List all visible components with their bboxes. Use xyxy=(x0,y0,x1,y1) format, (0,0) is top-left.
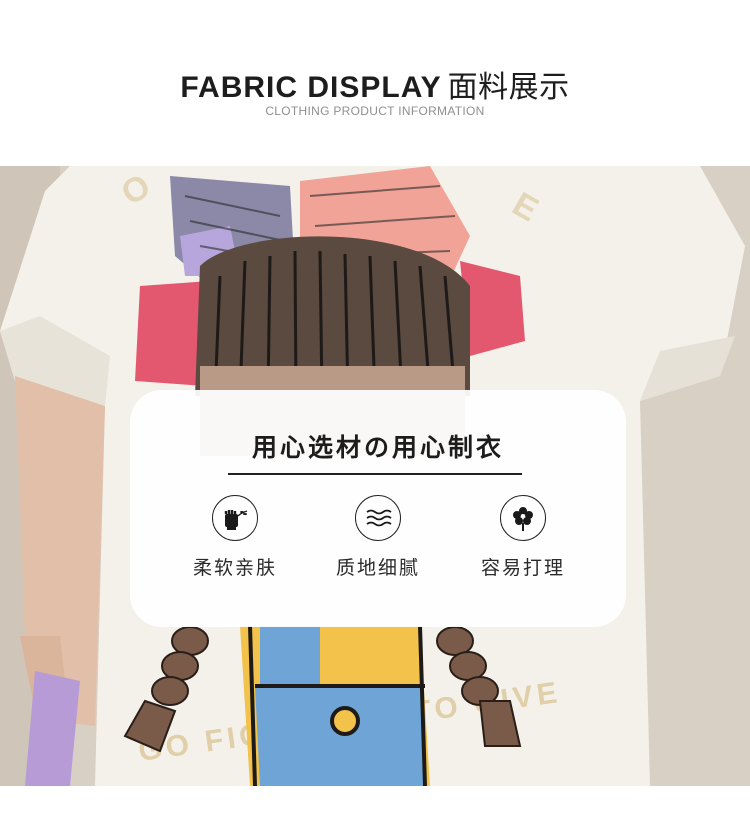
feature-soft: 柔软亲肤 xyxy=(170,495,300,580)
flower-icon xyxy=(500,495,546,541)
card-title: 用心选材の用心制衣 xyxy=(251,433,504,462)
feature-label: 容易打理 xyxy=(480,557,565,579)
fist-leaf-icon xyxy=(212,495,258,541)
feature-texture: 质地细腻 xyxy=(313,495,443,580)
print-button xyxy=(330,706,360,736)
header: FABRIC DISPLAY 面料展示 CLOTHING PRODUCT INFO… xyxy=(0,0,750,166)
section-subtitle: CLOTHING PRODUCT INFORMATION xyxy=(265,104,485,118)
footer-space xyxy=(0,786,750,840)
section-title-en: FABRIC DISPLAY xyxy=(180,71,442,104)
feature-card: 用心选材の用心制衣 柔软亲肤 质地细腻 容易打理 xyxy=(130,390,626,627)
wave-icon xyxy=(355,495,401,541)
feature-easy-care: 容易打理 xyxy=(458,495,588,580)
feature-label: 质地细腻 xyxy=(335,557,420,579)
section-title: FABRIC DISPLAY 面料展示 xyxy=(0,62,750,106)
feature-label: 柔软亲肤 xyxy=(192,557,277,579)
section-title-zh: 面料展示 xyxy=(447,70,570,105)
title-underline xyxy=(228,473,522,475)
